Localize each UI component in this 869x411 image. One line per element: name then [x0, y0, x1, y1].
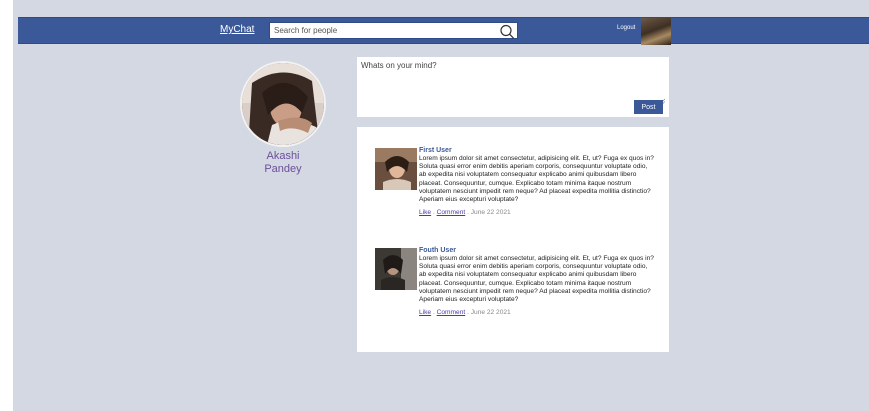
avatar[interactable] — [641, 18, 671, 45]
post-text: Lorem ipsum dolor sit amet consectetur, … — [419, 255, 654, 304]
logout-link[interactable]: Logout — [617, 25, 635, 31]
post-body: First User Lorem ipsum dolor sit amet co… — [419, 147, 655, 217]
profile-last-name: Pandey — [264, 163, 302, 175]
post-body: Fouth User Lorem ipsum dolor sit amet co… — [419, 247, 655, 317]
comment-link[interactable]: Comment — [437, 209, 466, 216]
search-box — [269, 22, 518, 39]
post-author-avatar[interactable] — [375, 248, 417, 290]
post-date: June 22 2021 — [470, 309, 511, 317]
post-composer: Post — [357, 57, 669, 117]
like-link[interactable]: Like — [419, 209, 431, 216]
like-link[interactable]: Like — [419, 309, 431, 316]
profile-name: Akashi Pandey — [243, 150, 323, 176]
navbar: MyChat Logout — [18, 17, 869, 45]
page-background: MyChat Logout Akashi Pandey — [13, 0, 869, 411]
comment-link[interactable]: Comment — [437, 309, 466, 316]
post-meta: Like . Comment . June 22 2021 — [419, 209, 655, 217]
profile-picture — [240, 61, 326, 147]
search-icon[interactable] — [499, 24, 515, 39]
post-meta: Like . Comment . June 22 2021 — [419, 309, 655, 317]
post-button[interactable]: Post — [634, 100, 663, 114]
post-date: June 22 2021 — [470, 209, 511, 217]
search-input[interactable] — [270, 23, 485, 38]
post-author-avatar[interactable] — [375, 148, 417, 190]
post-author[interactable]: Fouth User — [419, 247, 655, 255]
feed: First User Lorem ipsum dolor sit amet co… — [357, 127, 669, 352]
resize-grip-icon[interactable] — [659, 91, 666, 105]
brand-link[interactable]: MyChat — [220, 24, 254, 35]
top-strip — [13, 0, 869, 17]
post-author[interactable]: First User — [419, 147, 655, 155]
status-textarea[interactable] — [361, 61, 665, 97]
post-text: Lorem ipsum dolor sit amet consectetur, … — [419, 155, 654, 204]
profile-first-name: Akashi — [266, 150, 300, 162]
